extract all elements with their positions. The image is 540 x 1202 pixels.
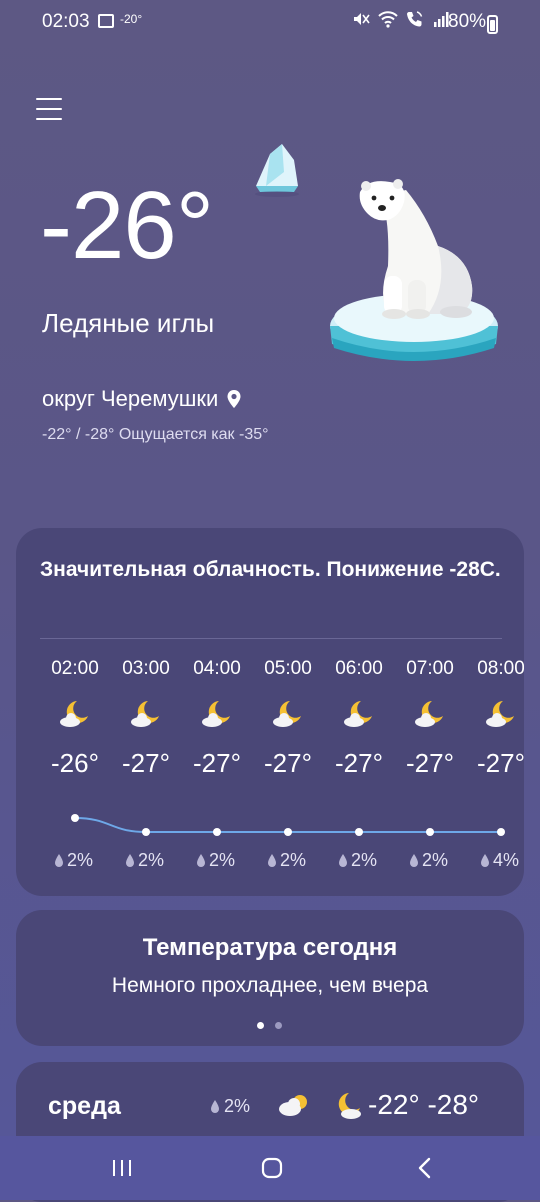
menu-button[interactable]: [36, 98, 62, 120]
hourly-precip-value: 2%: [67, 850, 94, 870]
moon-cloud-icon: [324, 698, 394, 732]
hourly-precip-value: 2%: [138, 850, 165, 870]
drop-icon: [481, 853, 489, 867]
home-button[interactable]: [260, 1156, 284, 1180]
drop-icon: [410, 853, 418, 867]
hourly-precip: 2%: [338, 850, 377, 871]
hourly-temp: -26°: [51, 748, 99, 778]
page-dot[interactable]: [275, 1022, 282, 1029]
day-name: среда: [48, 1092, 121, 1120]
hourly-precip-value: 2%: [209, 850, 236, 870]
hourly-item: 04:00 -27°: [182, 658, 252, 779]
temperature-point: [71, 814, 79, 822]
cloudy-icon: [279, 1095, 307, 1116]
hourly-item: 08:00 -27°: [466, 658, 524, 779]
recent-apps-button[interactable]: [111, 1158, 133, 1178]
status-bar: 02:03 -20° 80%: [0, 0, 540, 48]
hourly-item: 05:00 -27°: [253, 658, 323, 779]
battery-percent: 80%: [448, 11, 487, 32]
hourly-time: 02:00: [51, 658, 99, 679]
hourly-precip: 4%: [480, 850, 519, 871]
current-condition: Ледяные иглы: [42, 308, 215, 338]
location-name: округ Черемушки: [42, 386, 219, 411]
day-precip: 2%: [210, 1096, 250, 1117]
day-precip-value: 2%: [224, 1096, 251, 1116]
hourly-temp: -27°: [193, 748, 241, 778]
drop-icon: [55, 853, 63, 867]
temperature-point: [355, 828, 363, 836]
hourly-item: 07:00 -27°: [395, 658, 465, 779]
battery-icon: [487, 15, 498, 34]
hourly-item: 02:00 -26°: [40, 658, 110, 779]
image-icon: [98, 14, 114, 28]
hourly-precip: 2%: [267, 850, 306, 871]
hourly-time: 06:00: [335, 658, 383, 679]
hourly-item: 03:00 -27°: [111, 658, 181, 779]
status-time: 02:03: [42, 11, 90, 32]
drop-icon: [197, 853, 205, 867]
moon-cloud-icon: [40, 698, 110, 732]
temperature-point: [213, 828, 221, 836]
back-button[interactable]: [415, 1156, 435, 1180]
hourly-precip-value: 2%: [422, 850, 449, 870]
hourly-precip-value: 2%: [351, 850, 378, 870]
hourly-time: 05:00: [264, 658, 312, 679]
hourly-temp: -27°: [264, 748, 312, 778]
navigation-bar: [0, 1136, 540, 1200]
moon-cloud-icon: [253, 698, 323, 732]
current-temperature: -26°: [40, 172, 214, 279]
hourly-temp: -27°: [335, 748, 383, 778]
moon-icon: [338, 1093, 361, 1119]
page-dot-active[interactable]: [257, 1022, 264, 1029]
moon-cloud-icon: [466, 698, 524, 732]
temperature-point: [426, 828, 434, 836]
temperature-point: [284, 828, 292, 836]
moon-cloud-icon: [111, 698, 181, 732]
call-icon: [407, 11, 423, 27]
ice-shard-image: [255, 144, 299, 197]
hourly-temp: -27°: [122, 748, 170, 778]
hourly-time: 04:00: [193, 658, 241, 679]
hourly-temp: -27°: [477, 748, 524, 778]
hourly-time: 08:00: [477, 658, 524, 679]
hourly-precip-value: 2%: [280, 850, 307, 870]
today-card-subtitle: Немного прохладнее, чем вчера: [111, 974, 429, 997]
moon-cloud-icon: [395, 698, 465, 732]
hourly-precip: 2%: [409, 850, 448, 871]
mute-icon: [354, 13, 370, 25]
status-icons: [352, 10, 450, 28]
feels-like-text: -22° / -28° Ощущается как -35°: [42, 426, 269, 443]
hourly-precip: 2%: [125, 850, 164, 871]
day-temperatures: -22° -28°: [368, 1089, 480, 1120]
hourly-precip-value: 4%: [493, 850, 520, 870]
status-temp-badge: -20°: [120, 12, 143, 26]
drop-icon: [211, 1099, 219, 1113]
wifi-icon: [378, 11, 398, 28]
temperature-line-chart: [71, 814, 505, 836]
drop-icon: [126, 853, 134, 867]
hourly-forecast-card[interactable]: Значительная облачность. Понижение -28С.…: [16, 528, 524, 896]
temperature-today-card[interactable]: Температура сегодня Немного прохладнее, …: [16, 910, 524, 1046]
hourly-item: 06:00 -27°: [324, 658, 394, 779]
drop-icon: [268, 853, 276, 867]
moon-cloud-icon: [182, 698, 252, 732]
temperature-point: [497, 828, 505, 836]
location-row[interactable]: округ Черемушки: [42, 386, 242, 412]
divider: [40, 638, 502, 639]
drop-icon: [339, 853, 347, 867]
location-pin-icon: [227, 390, 241, 408]
hourly-summary: Значительная облачность. Понижение -28С.: [40, 558, 501, 581]
hourly-precip: 2%: [196, 850, 235, 871]
hourly-temp: -27°: [406, 748, 454, 778]
polar-bear-image: [330, 179, 498, 361]
temperature-point: [142, 828, 150, 836]
hourly-time: 03:00: [122, 658, 170, 679]
hourly-time: 07:00: [406, 658, 454, 679]
today-card-title: Температура сегодня: [142, 934, 398, 961]
hourly-precip: 2%: [54, 850, 93, 871]
